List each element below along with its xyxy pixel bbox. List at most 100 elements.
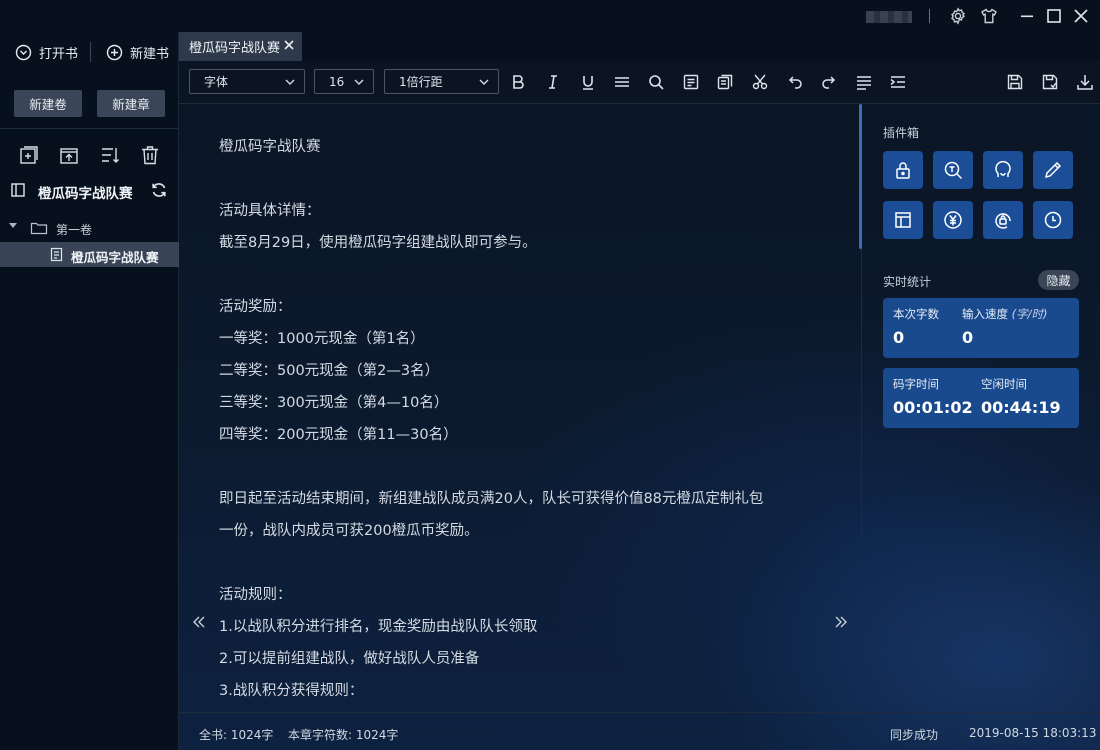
line-spacing-value: 1倍行距 xyxy=(399,75,443,89)
caret-down-icon[interactable] xyxy=(9,223,17,228)
font-size-select[interactable]: 16 xyxy=(314,69,374,94)
font-select-value: 字体 xyxy=(204,75,229,89)
indent-icon[interactable] xyxy=(889,73,907,91)
editor-area[interactable]: 橙瓜码字战队赛 活动具体详情： 截至8月29日，使用橙瓜码字组建战队即可参与。 活动奖… xyxy=(179,104,862,712)
new-book-button[interactable]: 新建书 xyxy=(106,42,169,62)
idle-time-stat: 空闲时间 00:44:19 xyxy=(981,376,1061,417)
editor-line: 截至8月29日，使用橙瓜码字组建战队即可参与。 xyxy=(219,235,537,251)
sidebar-top-actions: 打开书 新建书 xyxy=(0,32,179,72)
editor-scrollbar[interactable] xyxy=(859,104,862,249)
tab-close-icon[interactable] xyxy=(282,38,296,52)
book-row[interactable]: 橙瓜码字战队赛 xyxy=(0,179,179,203)
stats-card-session: 本次字数 0 输入速度 (字/时) 0 xyxy=(883,298,1079,358)
notes-icon[interactable] xyxy=(682,73,700,91)
tab-label: 橙瓜码字战队赛 xyxy=(189,41,281,56)
bold-icon[interactable] xyxy=(509,73,527,91)
input-speed-unit: (字/时) xyxy=(1011,307,1048,321)
font-size-value: 16 xyxy=(329,74,345,89)
underline-icon[interactable] xyxy=(579,73,597,91)
user-avatar[interactable] xyxy=(866,11,912,23)
redo-icon[interactable] xyxy=(820,73,838,91)
editor-line: 四等奖：200元现金（第11—30名） xyxy=(219,427,458,443)
new-chapter-button[interactable]: 新建章 xyxy=(97,90,165,117)
sync-status: 同步成功 xyxy=(890,728,939,742)
input-speed-label: 输入速度 xyxy=(962,307,1008,321)
right-panel: 插件箱 实时统计 隐藏 本次字数 0 输入速度 (字/时) 0 码字时间 00:… xyxy=(863,104,1100,712)
editor-line: 活动具体详情： xyxy=(219,203,321,219)
undo-icon[interactable] xyxy=(786,73,804,91)
title-bar xyxy=(0,0,1100,32)
head-icon[interactable] xyxy=(983,151,1023,189)
typing-time-value: 00:01:02 xyxy=(893,398,973,417)
sidebar-top-divider xyxy=(90,42,91,62)
sidebar: 打开书 新建书 新建卷 新建章 橙瓜码字战队赛 第一卷 橙瓜码字战队赛 xyxy=(0,32,179,750)
status-bar: 全书: 1024字 本章字符数: 1024字 同步成功 2019-08-15 1… xyxy=(179,712,1100,750)
input-speed-value: 0 xyxy=(962,328,974,347)
sidebar-tools xyxy=(0,144,179,168)
italic-icon[interactable] xyxy=(544,73,562,91)
sort-icon[interactable] xyxy=(99,144,121,166)
app-window: 打开书 新建书 新建卷 新建章 橙瓜码字战队赛 第一卷 橙瓜码字战队赛 橙瓜码字… xyxy=(0,0,1100,750)
pen-icon[interactable] xyxy=(1033,151,1073,189)
refresh-icon[interactable] xyxy=(150,181,168,199)
chapter-label: 橙瓜码字战队赛 xyxy=(71,250,159,265)
sidebar-divider xyxy=(0,128,179,129)
copy-icon[interactable] xyxy=(716,73,734,91)
minimize-icon[interactable] xyxy=(1018,7,1036,25)
editor-line: 1.以战队积分进行排名，现金奖励由战队队长领取 xyxy=(219,619,538,635)
typing-time-label: 码字时间 xyxy=(893,377,939,391)
settings-icon[interactable] xyxy=(949,7,967,25)
trash-icon[interactable] xyxy=(139,144,161,166)
chevron-down-icon xyxy=(285,79,295,85)
at-lock-icon[interactable] xyxy=(983,201,1023,239)
editor-toolbar: 字体 16 1倍行距 xyxy=(179,61,1100,104)
close-icon[interactable] xyxy=(1072,7,1090,25)
editor-line: 一等奖：1000元现金（第1名） xyxy=(219,331,425,347)
download-icon[interactable] xyxy=(1076,73,1094,91)
search-icon[interactable] xyxy=(647,73,665,91)
editor-line: 即日起至活动结束期间，新组建战队成员满20人，队长可获得价值88元橙瓜定制礼包 xyxy=(219,491,764,507)
tree-volume[interactable]: 第一卷 xyxy=(0,218,179,240)
tab-chapter[interactable]: 橙瓜码字战队赛 xyxy=(179,32,302,61)
new-volume-button[interactable]: 新建卷 xyxy=(14,90,82,117)
chevron-down-icon xyxy=(354,79,364,85)
export-icon[interactable] xyxy=(58,144,80,166)
plugins-title: 插件箱 xyxy=(883,126,920,140)
tree-chapter-selected[interactable]: 橙瓜码字战队赛 xyxy=(0,242,179,267)
editor-text[interactable]: 橙瓜码字战队赛 活动具体详情： 截至8月29日，使用橙瓜码字组建战队即可参与。 活动奖… xyxy=(219,131,839,707)
cut-icon[interactable] xyxy=(751,73,769,91)
editor-line: 一份，战队内成员可获200橙瓜币奖励。 xyxy=(219,523,479,539)
book-icon xyxy=(10,182,26,198)
font-select[interactable]: 字体 xyxy=(189,69,305,94)
session-words-value: 0 xyxy=(893,328,905,347)
layout-icon[interactable] xyxy=(883,201,923,239)
input-speed-label-row: 输入速度 (字/时) xyxy=(962,306,1048,322)
open-book-button[interactable]: 打开书 xyxy=(15,42,78,62)
shirt-icon[interactable] xyxy=(980,7,998,25)
editor-line: 3.战队积分获得规则： xyxy=(219,683,364,699)
line-spacing-select[interactable]: 1倍行距 xyxy=(384,69,499,94)
save-icon[interactable] xyxy=(1006,73,1024,91)
add-chapter-icon[interactable] xyxy=(18,144,40,166)
plus-circle-icon xyxy=(106,44,123,60)
save-as-icon[interactable] xyxy=(1041,73,1059,91)
chevron-down-icon xyxy=(479,79,489,85)
book-title: 橙瓜码字战队赛 xyxy=(38,186,133,202)
double-chevron-left-icon[interactable] xyxy=(191,614,207,630)
lock-icon[interactable] xyxy=(883,151,923,189)
clock-icon[interactable] xyxy=(1033,201,1073,239)
chapter-char-count: 本章字符数: 1024字 xyxy=(288,728,399,742)
double-chevron-right-icon[interactable] xyxy=(833,614,849,630)
session-words-label: 本次字数 xyxy=(893,307,939,321)
align-icon[interactable] xyxy=(855,73,873,91)
hide-stats-button[interactable]: 隐藏 xyxy=(1038,270,1079,290)
editor-line: 活动奖励： xyxy=(219,299,292,315)
search-word-icon[interactable] xyxy=(933,151,973,189)
strikethrough-icon[interactable] xyxy=(613,73,631,91)
maximize-icon[interactable] xyxy=(1045,7,1063,25)
session-words-stat: 本次字数 0 xyxy=(893,306,939,347)
yen-icon[interactable] xyxy=(933,201,973,239)
typing-time-stat: 码字时间 00:01:02 xyxy=(893,376,973,417)
